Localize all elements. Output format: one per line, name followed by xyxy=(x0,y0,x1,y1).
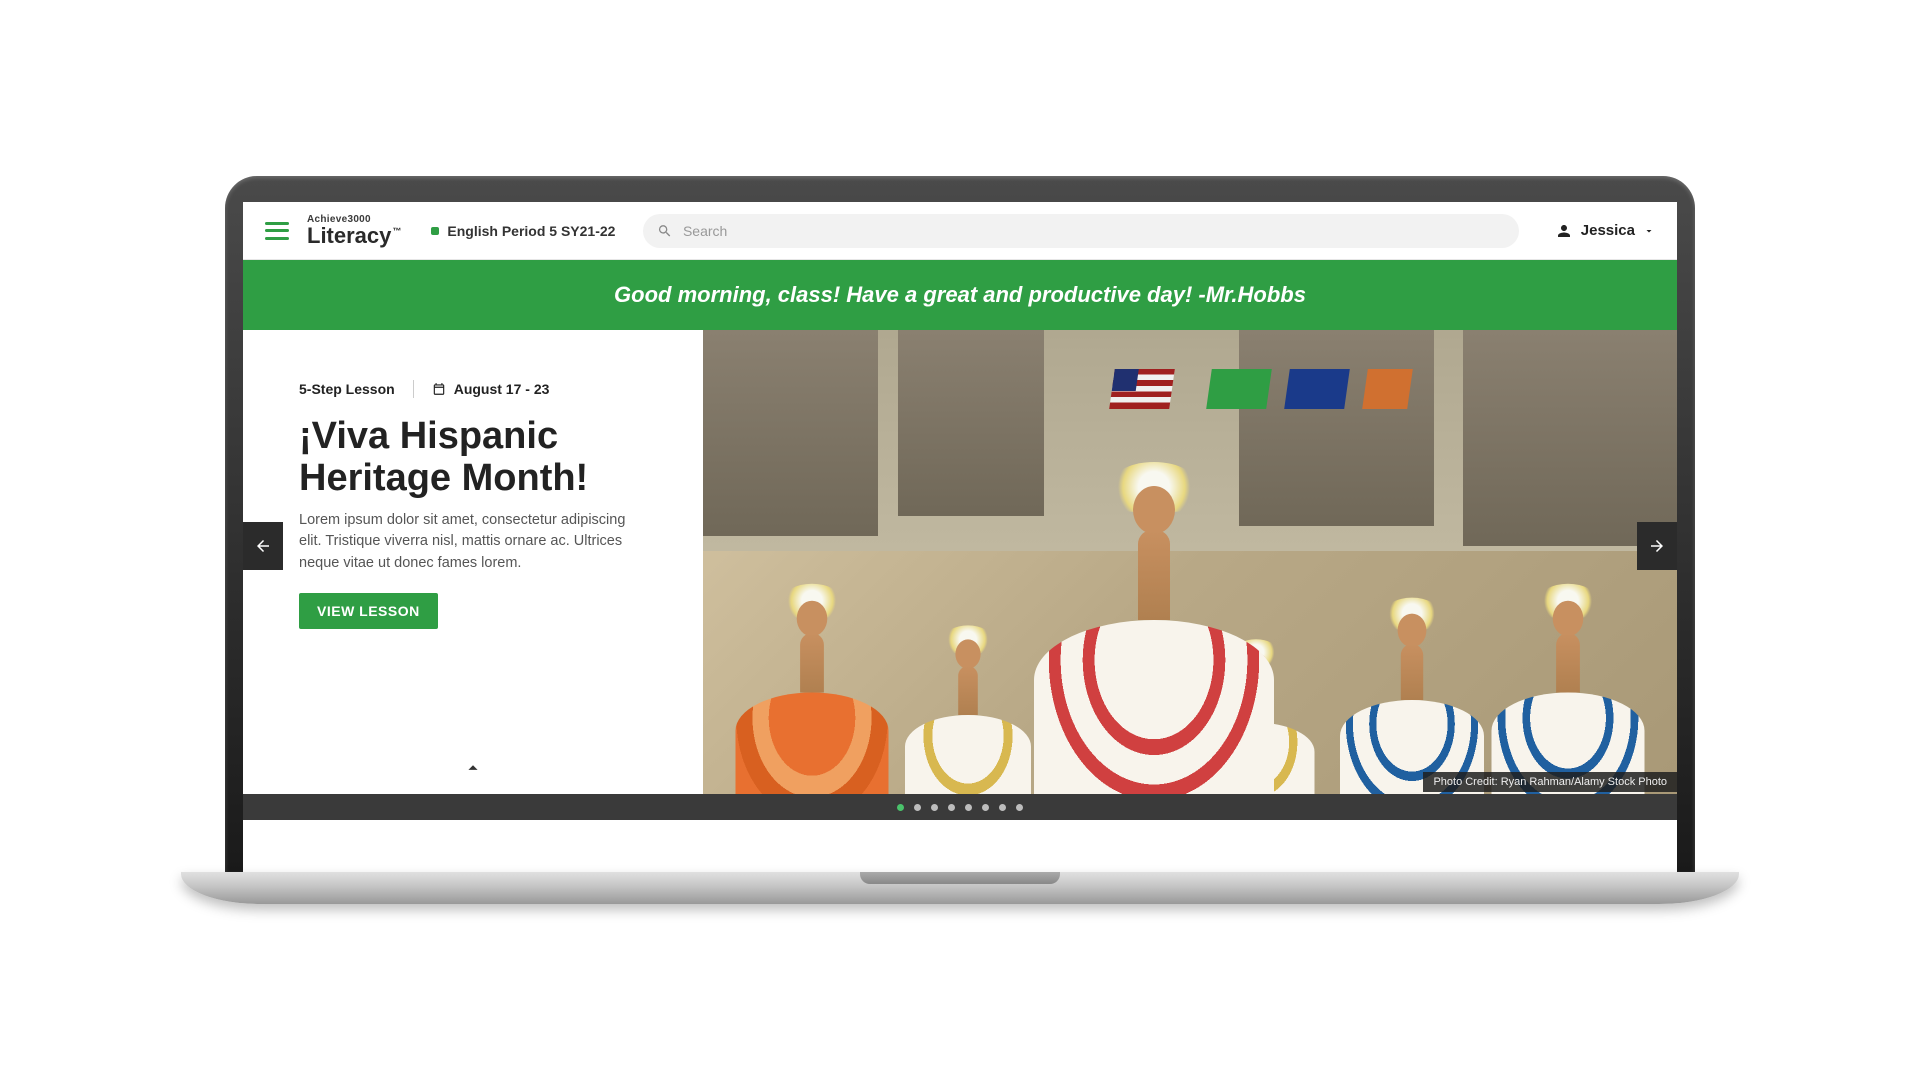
carousel-dot[interactable] xyxy=(897,804,904,811)
user-menu[interactable]: Jessica xyxy=(1555,222,1655,240)
featured-lesson-carousel: 5-Step Lesson August 17 - 23 ¡Viva Hispa… xyxy=(243,330,1677,820)
lesson-type-label: 5-Step Lesson xyxy=(299,381,395,397)
carousel-dots xyxy=(243,794,1677,820)
carousel-dot[interactable] xyxy=(1016,804,1023,811)
arrow-right-icon xyxy=(1648,537,1666,555)
laptop-base xyxy=(181,872,1739,904)
greeting-banner: Good morning, class! Have a great and pr… xyxy=(243,260,1677,330)
user-icon xyxy=(1555,222,1573,240)
carousel-dot[interactable] xyxy=(931,804,938,811)
carousel-dot[interactable] xyxy=(948,804,955,811)
lesson-date-text: August 17 - 23 xyxy=(454,381,550,397)
chevron-down-icon xyxy=(1643,225,1655,237)
hero-illustration xyxy=(703,330,1677,820)
search-input[interactable] xyxy=(683,223,1505,239)
lesson-description: Lorem ipsum dolor sit amet, consectetur … xyxy=(299,510,649,575)
user-name: Jessica xyxy=(1581,222,1635,239)
laptop-notch xyxy=(860,872,1060,884)
carousel-prev-button[interactable] xyxy=(243,522,283,570)
lesson-date: August 17 - 23 xyxy=(432,381,550,397)
lesson-title: ¡Viva Hispanic Heritage Month! xyxy=(299,416,663,500)
carousel-next-button[interactable] xyxy=(1637,522,1677,570)
search-field-wrap[interactable] xyxy=(643,214,1518,248)
photo-credit: Photo Credit: Ryan Rahman/Alamy Stock Ph… xyxy=(1423,772,1677,792)
carousel-slide: 5-Step Lesson August 17 - 23 ¡Viva Hispa… xyxy=(243,330,1677,820)
lesson-meta: 5-Step Lesson August 17 - 23 xyxy=(299,380,663,398)
chevron-up-icon xyxy=(462,757,484,779)
brand-logo[interactable]: Achieve3000 Literacy xyxy=(307,215,401,247)
flag-usa xyxy=(1109,369,1175,409)
app-header: Achieve3000 Literacy English Period 5 SY… xyxy=(243,202,1677,260)
lesson-hero-image: Photo Credit: Ryan Rahman/Alamy Stock Ph… xyxy=(703,330,1677,820)
search-icon xyxy=(657,223,673,239)
carousel-dot[interactable] xyxy=(965,804,972,811)
menu-button[interactable] xyxy=(265,222,289,240)
flag-blue xyxy=(1285,369,1351,409)
brand-bottom-text: Literacy xyxy=(307,225,401,247)
arrow-left-icon xyxy=(254,537,272,555)
carousel-dot[interactable] xyxy=(914,804,921,811)
lesson-info-panel: 5-Step Lesson August 17 - 23 ¡Viva Hispa… xyxy=(243,330,703,820)
view-lesson-button[interactable]: VIEW LESSON xyxy=(299,593,438,629)
class-status-dot xyxy=(431,227,439,235)
laptop-mockup: Achieve3000 Literacy English Period 5 SY… xyxy=(225,176,1695,904)
carousel-dot[interactable] xyxy=(982,804,989,811)
class-selector[interactable]: English Period 5 SY21-22 xyxy=(431,223,615,239)
laptop-bezel: Achieve3000 Literacy English Period 5 SY… xyxy=(225,176,1695,872)
class-label: English Period 5 SY21-22 xyxy=(447,223,615,239)
calendar-icon xyxy=(432,382,446,396)
flag-orange xyxy=(1363,369,1414,409)
collapse-panel-button[interactable] xyxy=(462,757,484,784)
app-viewport: Achieve3000 Literacy English Period 5 SY… xyxy=(243,202,1677,872)
flag-green xyxy=(1207,369,1273,409)
carousel-dot[interactable] xyxy=(999,804,1006,811)
meta-divider xyxy=(413,380,414,398)
